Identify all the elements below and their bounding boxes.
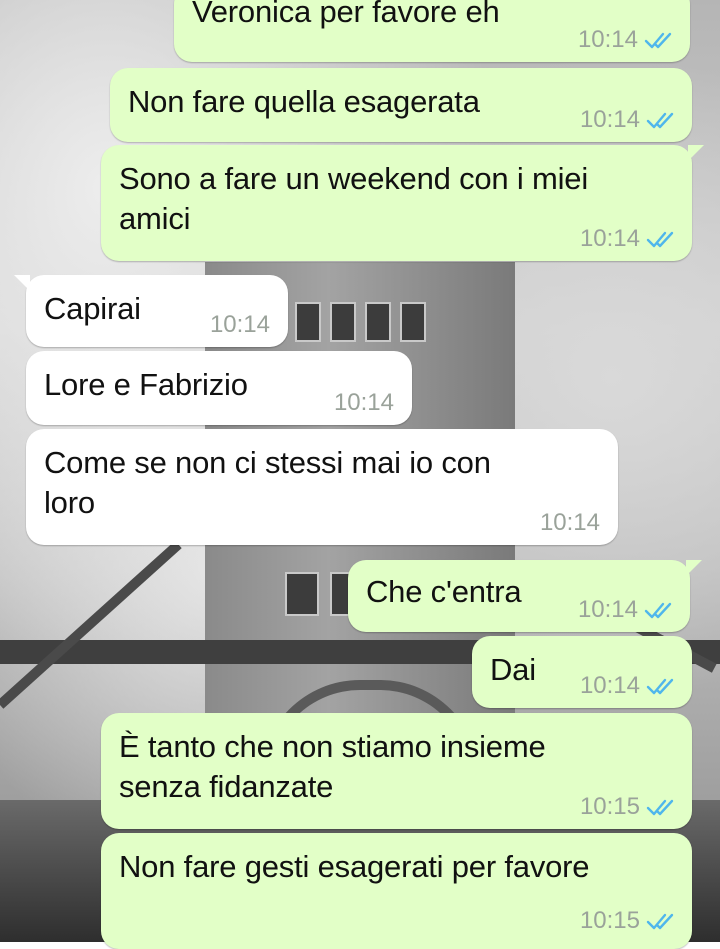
message-meta: 10:14	[580, 106, 676, 134]
message-text: È tanto che non stiamo insieme senza fid…	[119, 729, 546, 804]
message-bubble-incoming[interactable]: Come se non ci stessi mai io con loro 10…	[26, 429, 618, 545]
message-time: 10:14	[579, 225, 640, 252]
chat-message-list[interactable]: Veronica per favore eh 10:14 Non fare qu…	[0, 0, 720, 949]
double-check-icon	[646, 913, 674, 930]
message-time: 10:14	[577, 596, 638, 623]
message-meta: 10:14	[580, 225, 676, 253]
message-time: 10:14	[579, 106, 640, 133]
message-time: 10:14	[577, 26, 638, 53]
message-time: 10:14	[209, 311, 270, 338]
message-meta: 10:14	[210, 311, 270, 339]
message-bubble-outgoing[interactable]: Dai 10:14	[472, 636, 692, 708]
message-meta: 10:15	[580, 907, 676, 935]
message-text: Dai	[490, 652, 536, 687]
message-text: Che c'entra	[366, 574, 522, 609]
message-meta: 10:14	[580, 672, 676, 700]
double-check-icon	[644, 602, 672, 619]
message-meta: 10:14	[540, 509, 600, 537]
message-bubble-outgoing[interactable]: È tanto che non stiamo insieme senza fid…	[101, 713, 692, 829]
message-bubble-incoming[interactable]: Lore e Fabrizio 10:14	[26, 351, 412, 425]
message-text: Lore e Fabrizio	[44, 367, 248, 402]
message-time: 10:14	[539, 509, 600, 536]
message-text: Non fare quella esagerata	[128, 84, 480, 119]
message-meta: 10:15	[580, 793, 676, 821]
message-text: Sono a fare un weekend con i miei amici	[119, 161, 589, 236]
message-text: Non fare gesti esagerati per favore	[119, 849, 590, 884]
message-text: Veronica per favore eh	[192, 0, 500, 29]
message-time: 10:14	[333, 389, 394, 416]
message-bubble-outgoing[interactable]: Veronica per favore eh 10:14	[174, 0, 690, 62]
double-check-icon	[646, 112, 674, 129]
message-time: 10:15	[579, 907, 640, 934]
message-bubble-outgoing[interactable]: Non fare quella esagerata 10:14	[110, 68, 692, 142]
double-check-icon	[646, 799, 674, 816]
message-meta: 10:14	[334, 389, 394, 417]
message-bubble-incoming[interactable]: Capirai 10:14	[14, 275, 288, 347]
message-text: Come se non ci stessi mai io con loro	[44, 445, 491, 520]
message-bubble-outgoing[interactable]: Che c'entra 10:14	[348, 560, 702, 632]
message-bubble-outgoing[interactable]: Non fare gesti esagerati per favore 10:1…	[101, 833, 692, 949]
message-time: 10:15	[579, 793, 640, 820]
double-check-icon	[644, 32, 672, 49]
message-bubble-outgoing[interactable]: Sono a fare un weekend con i miei amici …	[101, 145, 704, 261]
message-text: Capirai	[44, 291, 141, 326]
message-meta: 10:14	[578, 596, 674, 624]
double-check-icon	[646, 678, 674, 695]
message-meta: 10:14	[578, 26, 674, 54]
double-check-icon	[646, 231, 674, 248]
message-time: 10:14	[579, 672, 640, 699]
